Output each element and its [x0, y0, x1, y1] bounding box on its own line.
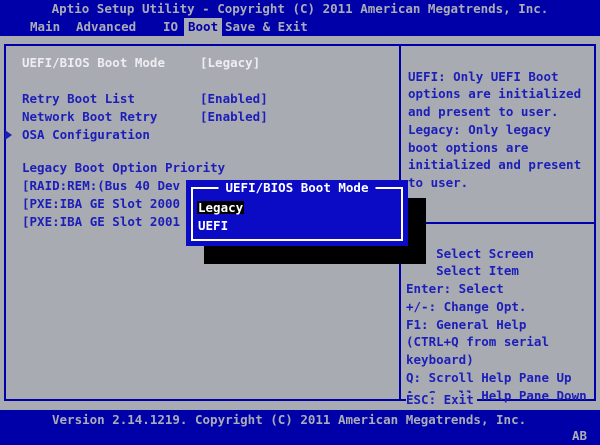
- popup-option-uefi[interactable]: UEFI: [198, 219, 228, 232]
- menu-tab-boot[interactable]: Boot: [184, 18, 223, 36]
- status-bar: Version 2.14.1219. Copyright (C) 2011 Am…: [0, 410, 600, 445]
- boot-mode-popup: UEFI/BIOS Boot Mode Legacy UEFI: [186, 180, 408, 246]
- build-code: AB: [571, 428, 587, 443]
- popup-title: UEFI/BIOS Boot Mode: [218, 181, 376, 194]
- title-bar: Aptio Setup Utility - Copyright (C) 2011…: [0, 0, 600, 18]
- submenu-arrow-icon: [5, 130, 12, 140]
- boot-entry-label: [PXE:IBA GE Slot 2000: [22, 196, 181, 211]
- boot-entry-label: [RAID:REM:(Bus 40 Dev: [22, 178, 181, 193]
- option-label: Retry Boot List: [22, 91, 135, 106]
- option-row-network-boot-retry[interactable]: Network Boot Retry [Enabled]: [0, 110, 396, 127]
- window-title: Aptio Setup Utility - Copyright (C) 2011…: [51, 1, 549, 16]
- version-text: Version 2.14.1219. Copyright (C) 2011 Am…: [52, 412, 527, 427]
- key-legend: Select Screen Select Item Enter: Select …: [406, 245, 587, 403]
- key-legend-esc: ESC: Exit: [406, 393, 477, 406]
- menu-tab-save-exit[interactable]: Save & Exit: [225, 18, 308, 36]
- menu-tab-advanced[interactable]: Advanced: [76, 18, 136, 36]
- menu-tab-main[interactable]: Main: [30, 18, 60, 36]
- option-value: [Enabled]: [200, 109, 268, 124]
- pane-divider-horizontal: [400, 222, 594, 224]
- menu-tab-io[interactable]: IO: [163, 18, 178, 36]
- menu-bar: Main Advanced IO Boot Save & Exit: [0, 18, 600, 36]
- boot-entry-label: [PXE:IBA GE Slot 2001: [22, 214, 181, 229]
- popup-option-legacy[interactable]: Legacy: [197, 201, 245, 214]
- option-label: Network Boot Retry: [22, 109, 158, 124]
- option-label: UEFI/BIOS Boot Mode: [22, 55, 165, 70]
- option-value: [Legacy]: [200, 55, 261, 70]
- section-label: Legacy Boot Option Priority: [22, 160, 226, 175]
- help-pane-text: UEFI: Only UEFI Boot options are initial…: [408, 68, 582, 191]
- option-value: [Enabled]: [200, 91, 268, 106]
- option-row-retry-boot-list[interactable]: Retry Boot List [Enabled]: [0, 92, 396, 109]
- option-row-boot-mode[interactable]: UEFI/BIOS Boot Mode [Legacy]: [0, 56, 396, 73]
- bios-screen: Aptio Setup Utility - Copyright (C) 2011…: [0, 0, 600, 445]
- option-row-osa-configuration[interactable]: OSA Configuration: [0, 128, 396, 145]
- option-label: OSA Configuration: [22, 127, 150, 142]
- section-legacy-boot-priority: Legacy Boot Option Priority: [0, 161, 396, 178]
